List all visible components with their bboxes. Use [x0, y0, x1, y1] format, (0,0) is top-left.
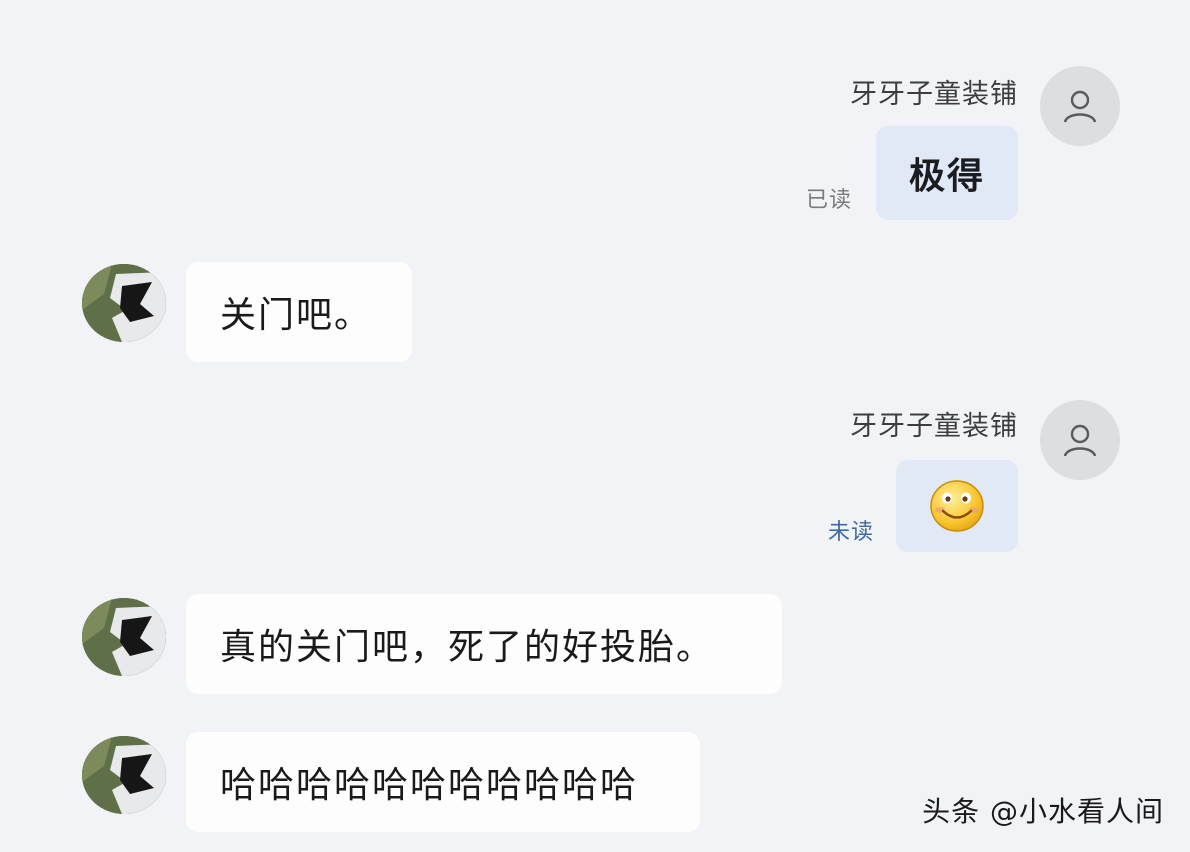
avatar[interactable] — [82, 264, 166, 342]
avatar-image — [82, 598, 166, 676]
message-bubble-other[interactable]: 真的关门吧，死了的好投胎。 — [186, 594, 782, 694]
message-text: 哈哈哈哈哈哈哈哈哈哈哈 — [220, 765, 639, 806]
chat-thread: 牙牙子童装铺 极得 已读 关门吧。 牙牙子童装铺 未读 真的关门吧，死了的好投胎… — [0, 0, 1190, 852]
message-text: 极得 — [908, 156, 985, 197]
message-text: 真的关门吧，死了的好投胎。 — [220, 627, 715, 668]
smiley-emoji-icon — [930, 480, 984, 532]
message-text: 关门吧。 — [220, 295, 373, 336]
sender-name: 牙牙子童装铺 — [850, 411, 1018, 442]
sender-name: 牙牙子童装铺 — [850, 79, 1018, 110]
avatar[interactable] — [82, 736, 166, 814]
avatar-image — [82, 264, 166, 342]
unread-status: 未读 — [828, 520, 875, 545]
avatar[interactable] — [1040, 66, 1120, 146]
message-bubble-other[interactable]: 关门吧。 — [186, 262, 412, 362]
read-status: 已读 — [806, 188, 853, 213]
user-icon — [1063, 424, 1097, 457]
message-bubble-other[interactable]: 哈哈哈哈哈哈哈哈哈哈哈 — [186, 732, 700, 832]
avatar-image — [82, 736, 166, 814]
watermark: 头条 @小水看人间 — [922, 795, 1164, 828]
message-bubble-self[interactable]: 极得 — [876, 126, 1018, 220]
user-icon — [1063, 90, 1097, 123]
avatar[interactable] — [1040, 400, 1120, 480]
avatar[interactable] — [82, 598, 166, 676]
message-bubble-self[interactable] — [896, 460, 1018, 552]
